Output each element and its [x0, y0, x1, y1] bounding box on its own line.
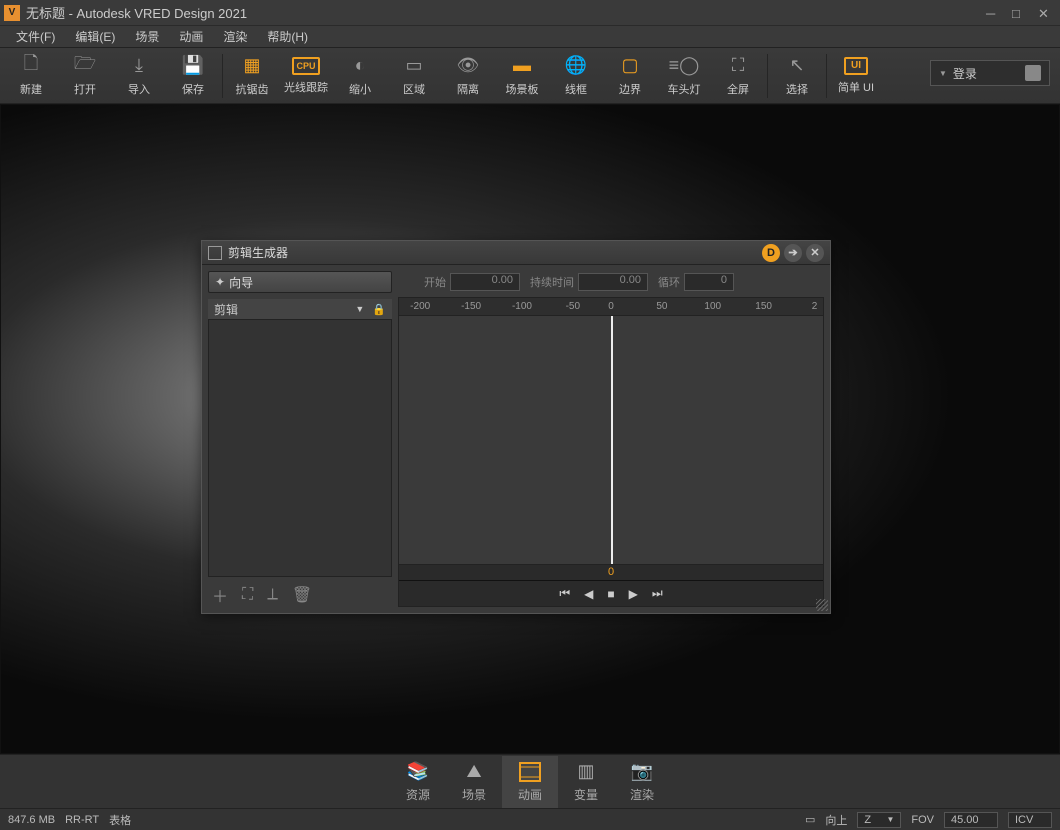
fullscreen-button[interactable]: ⛶全屏: [711, 49, 765, 103]
panel-close-button[interactable]: ✕: [806, 244, 824, 262]
reduce-icon: ◐: [347, 55, 373, 77]
import-button[interactable]: ⤓导入: [112, 49, 166, 103]
close-button[interactable]: ✕: [1038, 6, 1056, 20]
wand-icon: ✦: [215, 275, 225, 289]
boundary-button[interactable]: ▢边界: [603, 49, 657, 103]
panel-d-button[interactable]: D: [762, 244, 780, 262]
chevron-down-icon: ▼: [939, 69, 947, 78]
menu-edit[interactable]: 编辑(E): [65, 26, 125, 47]
clip-dropdown[interactable]: 剪辑 ▼ 🔒: [208, 299, 392, 319]
status-rrrt[interactable]: RR-RT: [65, 814, 99, 826]
playhead-position: 0: [608, 566, 614, 578]
align-button[interactable]: ⟂: [267, 586, 278, 604]
film-icon: [518, 761, 542, 783]
save-button[interactable]: 💾保存: [166, 49, 220, 103]
headlight-icon: ≡◯: [671, 55, 697, 77]
tab-animation[interactable]: 动画: [502, 756, 558, 808]
panel-title: 剪辑生成器: [228, 244, 758, 261]
playhead[interactable]: [611, 316, 613, 564]
cursor-icon: ↖: [784, 55, 810, 77]
globe-icon: 🌐: [563, 55, 589, 77]
open-button[interactable]: 🗁打开: [58, 49, 112, 103]
loop-label: 循环: [658, 274, 680, 290]
camera-icon: 📷: [630, 761, 654, 783]
lock-icon: 🔒: [372, 303, 386, 316]
save-icon: 💾: [180, 55, 206, 77]
timeline-ruler[interactable]: -200 -150 -100 -50 0 50 100 150 2: [399, 298, 823, 316]
menu-help[interactable]: 帮助(H): [257, 26, 318, 47]
clip-generator-panel: 剪辑生成器 D ➔ ✕ ✦ 向导 剪辑 ▼ 🔒 ＋ ⛶ ⟂: [201, 240, 831, 614]
ui-icon: UI: [844, 57, 868, 75]
sceneboard-icon: ▬: [509, 55, 535, 77]
simpleui-button[interactable]: UI简单 UI: [829, 49, 883, 103]
menu-file[interactable]: 文件(F): [6, 26, 65, 47]
menu-scene[interactable]: 场景: [125, 26, 169, 47]
login-label: 登录: [953, 65, 977, 82]
reduce-button[interactable]: ◐缩小: [333, 49, 387, 103]
play-button[interactable]: ▶: [629, 587, 638, 601]
clip-list[interactable]: [208, 319, 392, 577]
maximize-button[interactable]: □: [1012, 6, 1030, 20]
chevron-down-icon: ▼: [355, 304, 364, 314]
panel-icon: [208, 246, 222, 260]
start-input[interactable]: 0.00: [450, 273, 520, 291]
add-button[interactable]: ＋: [212, 583, 228, 607]
tab-render[interactable]: 📷渲染: [614, 756, 670, 808]
menu-animation[interactable]: 动画: [169, 26, 213, 47]
skip-fwd-button[interactable]: ⏭: [652, 586, 663, 601]
monitor-icon: ▭: [805, 813, 815, 826]
duration-label: 持续时间: [530, 274, 574, 290]
login-dropdown[interactable]: ▼ 登录: [930, 60, 1050, 86]
region-icon: ▭: [401, 55, 427, 77]
tab-variable[interactable]: ▥变量: [558, 756, 614, 808]
skip-back-button[interactable]: ⏮: [559, 586, 570, 601]
region-button[interactable]: ▭区域: [387, 49, 441, 103]
delete-button[interactable]: 🗑: [292, 585, 312, 605]
timeline-body[interactable]: [399, 316, 823, 564]
resize-grip[interactable]: [816, 599, 828, 611]
headlight-button[interactable]: ≡◯车头灯: [657, 49, 711, 103]
rewind-button[interactable]: ◀: [584, 587, 593, 601]
fov-label: FOV: [911, 814, 934, 826]
loop-input[interactable]: 0: [684, 273, 734, 291]
duration-input[interactable]: 0.00: [578, 273, 648, 291]
select-button[interactable]: ↖选择: [770, 49, 824, 103]
focus-button[interactable]: ⛶: [242, 586, 253, 604]
raytrace-button[interactable]: CPU光线跟踪: [279, 49, 333, 103]
file-icon: 🗋: [18, 55, 44, 77]
panel-arrow-button[interactable]: ➔: [784, 244, 802, 262]
menu-render[interactable]: 渲染: [213, 26, 257, 47]
scene-icon: ⛰: [462, 761, 486, 783]
start-label: 开始: [424, 274, 446, 290]
window-title: 无标题 - Autodesk VRED Design 2021: [26, 3, 986, 22]
tab-scene[interactable]: ⛰场景: [446, 756, 502, 808]
viewport-3d[interactable]: 剪辑生成器 D ➔ ✕ ✦ 向导 剪辑 ▼ 🔒 ＋ ⛶ ⟂: [0, 104, 1060, 754]
antialias-button[interactable]: ▦抗锯齿: [225, 49, 279, 103]
import-icon: ⤓: [126, 55, 152, 77]
isolate-button[interactable]: 👁隔离: [441, 49, 495, 103]
status-memory: 847.6 MB: [8, 814, 55, 826]
cards-icon: ▥: [574, 761, 598, 783]
stop-button[interactable]: ■: [607, 587, 614, 601]
wizard-button[interactable]: ✦ 向导: [208, 271, 392, 293]
antialias-icon: ▦: [239, 55, 265, 77]
eye-icon: 👁: [455, 55, 481, 77]
tab-resource[interactable]: 📚资源: [390, 756, 446, 808]
folder-icon: 🗁: [72, 55, 98, 77]
minimize-button[interactable]: ─: [986, 6, 1004, 20]
new-button[interactable]: 🗋新建: [4, 49, 58, 103]
books-icon: 📚: [406, 761, 430, 783]
app-icon: V: [4, 5, 20, 21]
cpu-icon: CPU: [292, 57, 320, 75]
fullscreen-icon: ⛶: [725, 55, 751, 77]
avatar-icon: [1025, 65, 1041, 81]
boundary-icon: ▢: [617, 55, 643, 77]
wireframe-button[interactable]: 🌐线框: [549, 49, 603, 103]
sceneboard-button[interactable]: ▬场景板: [495, 49, 549, 103]
